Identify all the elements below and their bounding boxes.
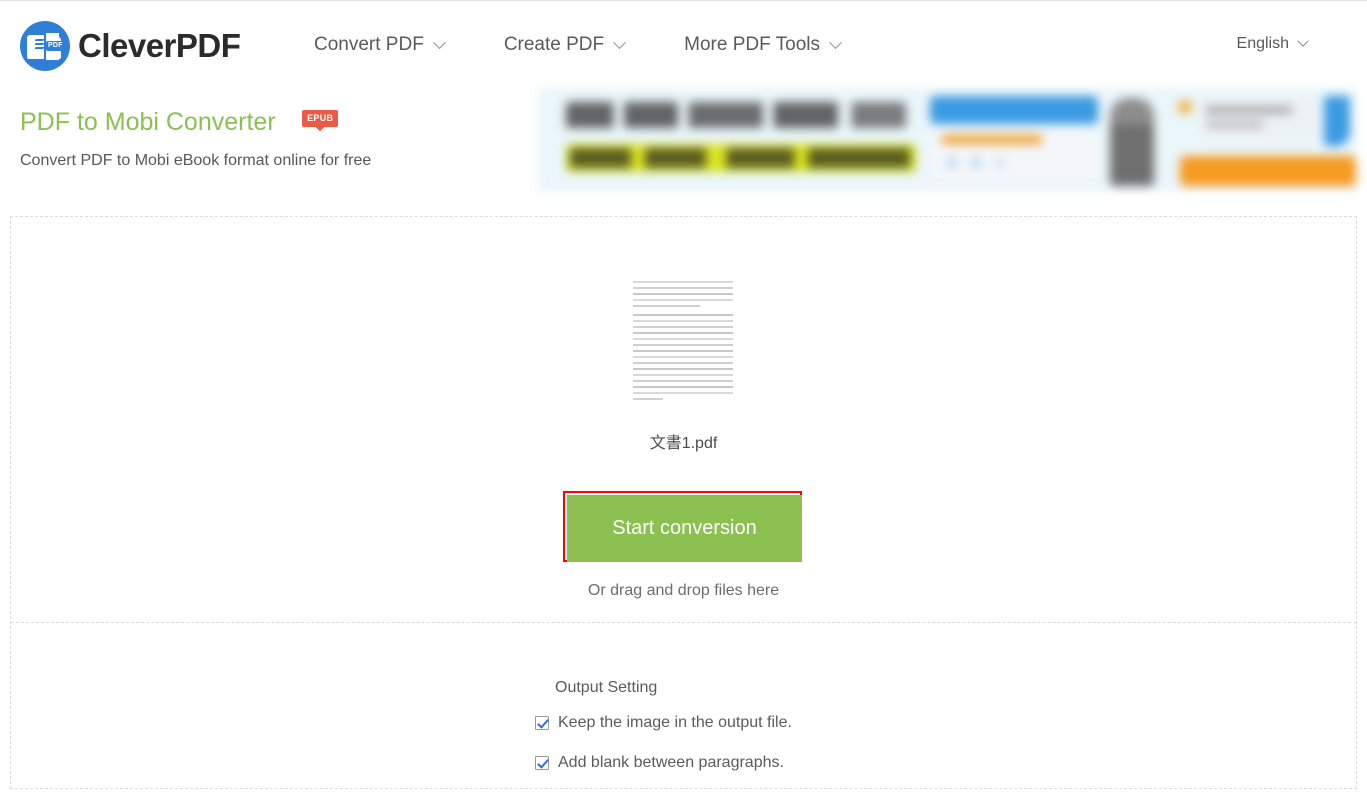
uploaded-file-name: 文書1.pdf xyxy=(649,435,718,452)
brand-name: CleverPDF xyxy=(78,27,241,64)
chevron-down-icon xyxy=(829,35,842,49)
checkbox-checked-icon[interactable] xyxy=(535,756,549,770)
main-nav: Convert PDF Create PDF More PDF Tools xyxy=(314,34,842,56)
nav-item-more-pdf-tools[interactable]: More PDF Tools xyxy=(684,34,842,56)
option-label: Add blank between paragraphs. xyxy=(558,754,784,771)
nav-label: More PDF Tools xyxy=(684,34,820,55)
language-selector[interactable]: English xyxy=(1236,35,1309,53)
start-conversion-button[interactable]: Start conversion xyxy=(567,495,802,562)
nav-item-convert-pdf[interactable]: Convert PDF xyxy=(314,34,446,56)
option-label: Keep the image in the output file. xyxy=(558,714,792,731)
output-settings-section: Output Setting Keep the image in the out… xyxy=(11,623,1356,789)
output-settings-title: Output Setting xyxy=(555,679,658,696)
option-add-blank[interactable]: Add blank between paragraphs. xyxy=(535,752,784,774)
brand-logo[interactable]: PDF CleverPDF xyxy=(20,21,241,71)
drag-drop-hint: Or drag and drop files here xyxy=(587,582,780,599)
site-header: PDF CleverPDF Convert PDF Create PDF Mor… xyxy=(0,1,1367,89)
cleverpdf-logo-icon: PDF xyxy=(20,21,70,71)
option-keep-image[interactable]: Keep the image in the output file. xyxy=(535,712,792,734)
page-subtitle: Convert PDF to Mobi eBook format online … xyxy=(20,152,372,169)
advertisement-banner[interactable] xyxy=(538,88,1356,191)
nav-label: Create PDF xyxy=(503,34,605,55)
language-label: English xyxy=(1236,35,1289,52)
checkbox-checked-icon[interactable] xyxy=(535,716,549,730)
nav-item-create-pdf[interactable]: Create PDF xyxy=(503,34,626,56)
epub-badge: EPUB xyxy=(302,109,339,127)
page-heading-block: PDF to Mobi Converter EPUB Convert PDF t… xyxy=(20,105,520,172)
chevron-down-icon xyxy=(432,35,446,49)
chevron-down-icon xyxy=(613,35,626,49)
start-conversion-highlight: Start conversion xyxy=(563,491,802,562)
document-preview-icon xyxy=(629,275,737,405)
chevron-down-icon xyxy=(1297,35,1309,47)
page-title: PDF to Mobi Converter xyxy=(20,108,276,136)
nav-label: Convert PDF xyxy=(314,34,424,55)
